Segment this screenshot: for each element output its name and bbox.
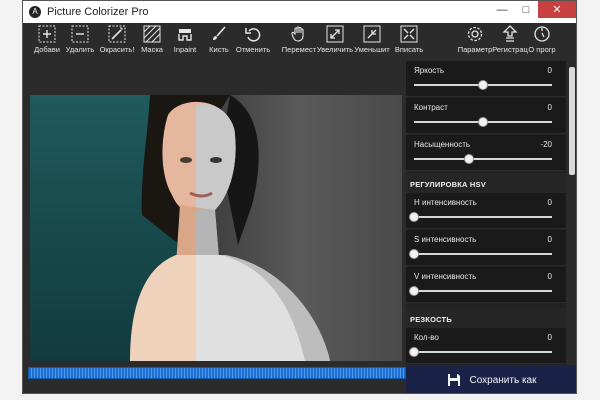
app-logo-icon: A: [29, 6, 41, 18]
slider-v-intensity: V интенсивность 0: [406, 267, 566, 303]
saturation-value: -20: [540, 140, 552, 149]
zoom-in-icon: [326, 25, 344, 43]
fit-button[interactable]: Вписать: [387, 25, 431, 54]
floppy-disk-icon: [448, 374, 461, 386]
h-intensity-value: 0: [547, 198, 552, 207]
mask-icon: [143, 25, 161, 43]
colorize-wand-icon: [108, 25, 126, 43]
remove-icon: [71, 25, 89, 43]
slider-saturation: Насыщенность -20: [406, 135, 566, 171]
v-intensity-label: V интенсивность: [414, 272, 477, 281]
panel-scrollbar[interactable]: [566, 61, 576, 365]
brightness-label: Яркость: [414, 66, 445, 75]
brightness-value: 0: [547, 66, 552, 75]
slider-s-intensity: S интенсивность 0: [406, 230, 566, 266]
undo-label: Отменить: [235, 45, 271, 54]
s-intensity-label: S интенсивность: [414, 235, 477, 244]
adjustments-panel: Яркость 0 Контраст 0 Насыщенность -20 РЕ…: [406, 61, 566, 365]
s-intensity-track[interactable]: [409, 249, 552, 259]
window-title: Picture Colorizer Pro: [47, 6, 149, 18]
progress-bar: [28, 367, 406, 379]
photo-preview[interactable]: [30, 95, 402, 361]
slider-brightness: Яркость 0: [406, 61, 566, 97]
h-intensity-label: H интенсивность: [414, 198, 477, 207]
saturation-thumb[interactable]: [464, 154, 475, 164]
s-intensity-thumb[interactable]: [409, 249, 419, 259]
about-button[interactable]: О прогр: [520, 25, 564, 54]
contrast-label: Контраст: [414, 103, 448, 112]
gear-icon: [467, 26, 483, 42]
v-intensity-track[interactable]: [409, 286, 552, 296]
save-as-label: Сохранить как: [469, 374, 537, 386]
amount-track[interactable]: [409, 347, 552, 357]
sharpness-section-heading: РЕЗКОСТЬ: [406, 308, 566, 328]
contrast-track[interactable]: [414, 117, 552, 127]
v-intensity-thumb[interactable]: [409, 286, 419, 296]
h-intensity-track[interactable]: [409, 212, 552, 222]
window-controls: — □ ✕: [490, 1, 576, 23]
hand-icon: [291, 26, 304, 42]
add-icon: [38, 25, 56, 43]
portrait-illustration: [130, 95, 330, 361]
about-icon: [534, 26, 550, 42]
title-bar: A Picture Colorizer Pro — □ ✕: [23, 1, 576, 23]
close-button[interactable]: ✕: [538, 1, 576, 18]
image-canvas[interactable]: [23, 61, 406, 381]
app-window: A Picture Colorizer Pro — □ ✕ Добави Уда…: [22, 0, 577, 394]
maximize-button[interactable]: □: [514, 1, 538, 18]
undo-icon: [245, 28, 261, 42]
h-intensity-thumb[interactable]: [409, 212, 419, 222]
brush-icon: [213, 26, 226, 40]
about-label: О прогр: [528, 45, 556, 54]
amount-value: 0: [547, 333, 552, 342]
contrast-thumb[interactable]: [478, 117, 488, 127]
zoom-out-icon: [363, 25, 381, 43]
s-intensity-value: 0: [547, 235, 552, 244]
amount-thumb[interactable]: [409, 347, 419, 357]
amount-label: Кол-во: [414, 333, 439, 342]
slider-h-intensity: H интенсивность 0: [406, 193, 566, 229]
slider-amount: Кол-во 0: [406, 328, 566, 364]
fit-label: Вписать: [394, 45, 424, 54]
panel-scroll-thumb[interactable]: [569, 67, 575, 175]
toolbar: Добави Удалить Окрасить! Маска Inpaint К…: [23, 23, 576, 61]
save-as-button[interactable]: Сохранить как: [406, 365, 576, 393]
saturation-track[interactable]: [414, 154, 552, 164]
brightness-thumb[interactable]: [478, 80, 488, 90]
slider-contrast: Контраст 0: [406, 98, 566, 134]
inpaint-icon: [178, 29, 192, 41]
undo-button[interactable]: Отменить: [231, 25, 275, 54]
saturation-label: Насыщенность: [414, 140, 471, 149]
fit-icon: [400, 25, 418, 43]
minimize-button[interactable]: —: [490, 1, 514, 18]
v-intensity-value: 0: [547, 272, 552, 281]
hsv-section-heading: РЕГУЛИРОВКА HSV: [406, 173, 566, 193]
register-icon: [502, 25, 518, 42]
brightness-track[interactable]: [414, 80, 552, 90]
contrast-value: 0: [547, 103, 552, 112]
